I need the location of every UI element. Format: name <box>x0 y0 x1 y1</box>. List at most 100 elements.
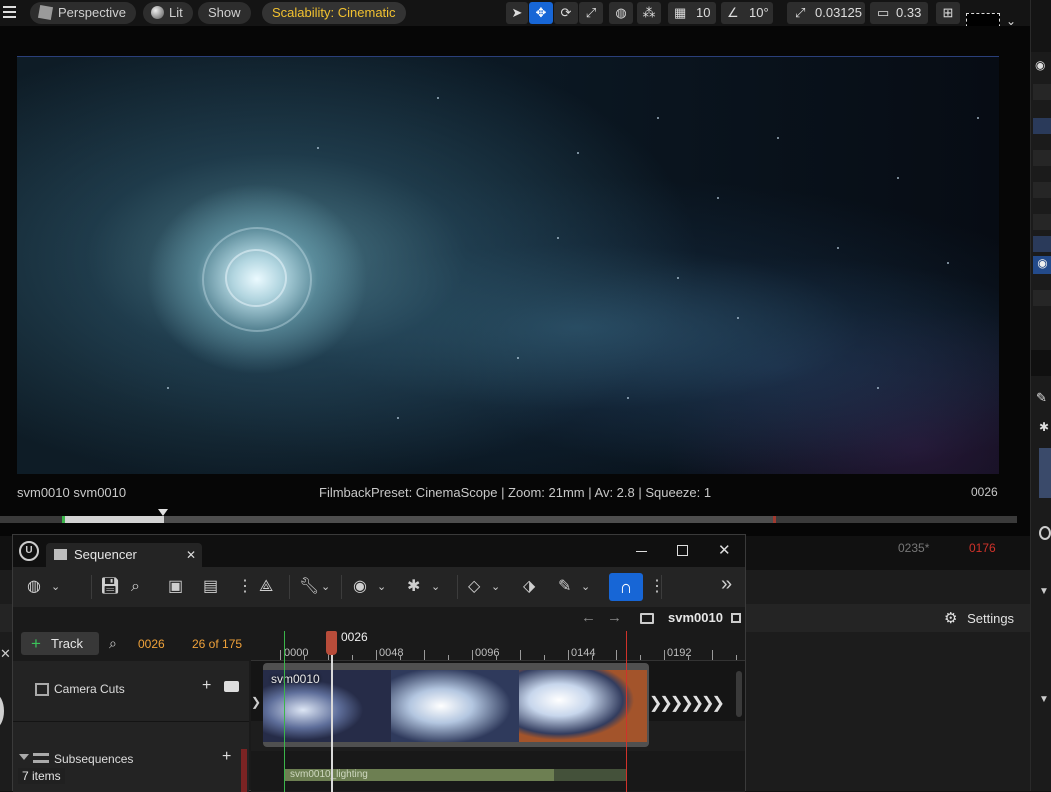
lit-label: Lit <box>169 5 183 20</box>
save-icon[interactable]: 💾︎ <box>100 577 120 597</box>
viewport-current-frame: 0026 <box>971 485 998 499</box>
expand-triangle-icon[interactable] <box>19 754 29 760</box>
brush-icon[interactable]: ✎ <box>1036 390 1047 406</box>
surface-snap-button[interactable]: ⁂ <box>637 2 661 24</box>
selected-asset-tile[interactable] <box>1039 448 1051 498</box>
wrench-icon[interactable]: 🔧︎ <box>299 577 319 597</box>
track-label: Camera Cuts <box>54 682 125 696</box>
minimize-window-button[interactable] <box>635 544 649 558</box>
camera-speed-button[interactable]: ▭ 0.33 <box>870 2 928 24</box>
forward-arrow-icon[interactable]: → <box>607 609 622 626</box>
level-viewport[interactable]: svm0010 svm0010 FilmbackPreset: CinemaSc… <box>0 26 1030 555</box>
subsequences-lane[interactable]: svm0010_lighting <box>251 751 745 791</box>
outliner-row[interactable] <box>1033 150 1051 166</box>
chevron-down-icon[interactable]: ⌄ <box>377 577 386 597</box>
add-section-icon[interactable]: + <box>222 748 231 766</box>
rotate-mode-button[interactable]: ⟳ <box>554 2 578 24</box>
add-section-icon[interactable]: + <box>202 677 211 695</box>
settings-button[interactable]: ⚙ Settings <box>944 609 1024 629</box>
perspective-button[interactable]: Perspective <box>30 2 136 24</box>
clapperboard-icon[interactable]: ▤ <box>203 577 218 597</box>
scrub-start-marker <box>62 516 65 523</box>
eye-icon[interactable]: ◉ <box>353 577 367 597</box>
subsequence-section[interactable]: svm0010_lighting <box>284 769 554 781</box>
chevron-down-icon[interactable]: ⌄ <box>491 577 500 597</box>
scrub-range <box>62 516 775 523</box>
outliner-row[interactable] <box>1033 118 1051 134</box>
sequencer-title-bar[interactable]: U Sequencer ✕ ✕ <box>13 535 745 567</box>
close-tab-icon[interactable]: ✕ <box>186 543 196 567</box>
sequencer-timeline[interactable]: 0000 0048 0096 0144 0192 0026 ❯ svm0010 … <box>251 631 745 792</box>
chevron-down-icon[interactable]: ▼ <box>1039 586 1049 597</box>
filter-icon[interactable]: ⌕ <box>109 635 117 652</box>
toolbar-overflow-icon[interactable]: » <box>721 574 732 594</box>
back-arrow-icon[interactable]: ← <box>581 609 596 626</box>
viewport-info-bar: svm0010 svm0010 FilmbackPreset: CinemaSc… <box>0 482 1030 506</box>
current-frame-field[interactable]: 0026 <box>138 637 165 651</box>
chevron-down-icon[interactable]: ▼ <box>1039 694 1049 705</box>
playhead-handle[interactable] <box>326 631 337 655</box>
chevron-down-icon[interactable]: ⌄ <box>431 577 440 597</box>
lane-scroll-handle[interactable] <box>736 671 742 717</box>
snap-magnet-button[interactable]: ∩ <box>609 573 643 601</box>
render-movie-icon[interactable]: ▣ <box>168 577 183 597</box>
cinematic-scene-image <box>17 57 999 474</box>
snap-options-icon[interactable]: ⋮ <box>649 577 665 597</box>
scale-snap-button[interactable]: ⤢ 0.03125 <box>787 2 865 24</box>
sequencer-tab[interactable]: Sequencer ✕ <box>46 543 202 567</box>
close-window-button[interactable]: ✕ <box>718 541 731 559</box>
eye-visibility-icon[interactable]: ◉ <box>1033 256 1051 274</box>
scale-mode-button[interactable]: ⤢ <box>579 2 603 24</box>
scale-snap-value: 0.03125 <box>815 5 862 20</box>
thumbnail-frame <box>519 670 647 742</box>
lock-icon[interactable] <box>731 613 741 623</box>
chevron-down-icon[interactable]: ⌄ <box>581 577 590 597</box>
track-row-subsequences[interactable]: Subsequences + <box>13 748 249 769</box>
show-button[interactable]: Show <box>198 2 251 24</box>
world-globe-icon[interactable]: ◍ <box>27 577 41 597</box>
scalability-button[interactable]: Scalability: Cinematic <box>262 2 406 24</box>
camera-icon[interactable] <box>224 681 239 692</box>
outliner-row[interactable] <box>1033 182 1051 198</box>
keyframe-diamond-icon[interactable]: ◇ <box>468 577 480 597</box>
track-row-camera-cuts[interactable]: Camera Cuts + <box>13 665 249 719</box>
outliner-row[interactable] <box>1033 84 1051 100</box>
camera-cuts-lane[interactable]: ❯ svm0010 ❯❯❯❯❯❯❯ <box>251 661 745 747</box>
coordinate-system-button[interactable]: ◍ <box>609 2 633 24</box>
sequencer-tab-label: Sequencer <box>74 547 137 562</box>
details-panel-edge: ◉ ◉ ✎ ✱ ▼ ▼ <box>1030 0 1051 791</box>
playhead-line[interactable] <box>331 631 333 792</box>
maximize-window-button[interactable] <box>677 545 688 556</box>
translate-mode-button[interactable]: ✥ <box>529 2 553 24</box>
scale-snap-icon: ⤢ <box>795 5 806 20</box>
key-auto-icon[interactable]: ✱ <box>407 577 420 597</box>
eye-visibility-icon[interactable]: ◉ <box>1035 58 1045 72</box>
chevron-down-icon[interactable]: ⌄ <box>321 577 330 597</box>
outliner-row[interactable] <box>1033 214 1051 230</box>
search-circle-icon[interactable] <box>1039 526 1051 540</box>
subsequence-section-tail <box>554 769 626 781</box>
outliner-row[interactable] <box>1033 236 1051 252</box>
save-as-search-icon[interactable]: ⌕ <box>131 577 140 597</box>
view-mode-button[interactable]: Lit <box>143 2 193 24</box>
select-mode-button[interactable]: ➤ <box>506 2 528 24</box>
grid-snap-button[interactable]: ▦ 10 <box>668 2 716 24</box>
pencil-icon[interactable]: ✎ <box>558 577 571 597</box>
close-icon[interactable]: ✕ <box>0 646 11 662</box>
chevron-down-icon[interactable]: ⌄ <box>51 577 60 597</box>
curve-editor-icon[interactable]: ⟁ <box>259 577 273 597</box>
scrub-playhead-icon[interactable] <box>158 509 168 516</box>
layout-button[interactable]: ⊞ <box>936 2 960 24</box>
end-frame-label: 0235* <box>898 541 930 555</box>
rotation-snap-button[interactable]: ∠ 10° <box>721 2 773 24</box>
hamburger-menu-icon[interactable] <box>3 5 17 21</box>
more-options-icon[interactable]: ⋮ <box>237 577 253 597</box>
subsequence-label: svm0010_lighting <box>290 769 368 780</box>
add-track-button[interactable]: + Track <box>21 632 99 655</box>
outliner-row[interactable] <box>1033 290 1051 306</box>
tag-icon[interactable]: ⬗ <box>523 577 535 597</box>
folder-icon[interactable] <box>640 613 654 624</box>
camera-cut-section[interactable]: svm0010 <box>263 663 649 747</box>
breadcrumb-sequence[interactable]: svm0010 <box>668 610 723 625</box>
frame-count-label: 26 of 175 <box>192 637 243 651</box>
